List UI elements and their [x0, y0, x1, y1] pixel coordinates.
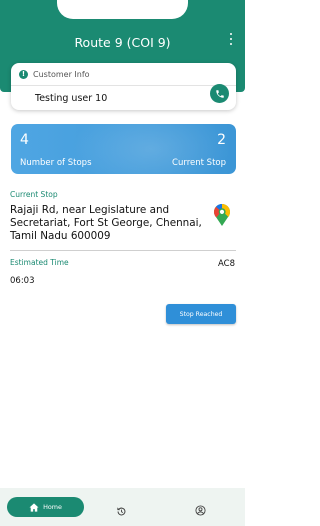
customer-name: Testing user 10: [35, 93, 108, 104]
customer-info-header: ! Customer Info: [19, 69, 90, 79]
page-title: Route 9 (COI 9): [74, 35, 171, 50]
google-maps-icon[interactable]: [214, 204, 230, 226]
nav-home-tab[interactable]: Home: [7, 497, 84, 517]
estimated-time-value: 06:03: [10, 276, 35, 286]
call-button[interactable]: [210, 84, 229, 103]
bottom-nav: Home: [0, 488, 245, 526]
phone-icon: [215, 89, 224, 98]
customer-info-label: Customer Info: [33, 69, 90, 79]
nav-home-label: Home: [43, 503, 62, 511]
current-stop-address: Rajaji Rd, near Legislature and Secretar…: [10, 204, 202, 243]
customer-info-card: ! Customer Info Testing user 10: [11, 63, 236, 110]
route-code: AC8: [217, 259, 235, 269]
home-icon: [29, 502, 39, 512]
alert-info-icon: !: [19, 69, 28, 79]
route-stats-card: 4 2 Number of Stops Current Stop: [11, 124, 236, 174]
current-stop-label: Current Stop: [172, 158, 226, 168]
stops-count-label: Number of Stops: [20, 158, 92, 168]
more-vert-icon[interactable]: [227, 33, 235, 49]
divider: [10, 250, 236, 251]
stops-count: 4: [20, 132, 29, 148]
divider: [11, 85, 236, 86]
device-notch: [57, 0, 188, 19]
history-icon[interactable]: [116, 502, 127, 516]
estimated-time-heading: Estimated Time: [10, 258, 69, 267]
current-stop-count: 2: [217, 132, 226, 148]
stop-reached-button[interactable]: Stop Reached: [166, 304, 236, 324]
current-stop-heading: Current Stop: [10, 190, 58, 199]
profile-icon[interactable]: [195, 501, 206, 516]
